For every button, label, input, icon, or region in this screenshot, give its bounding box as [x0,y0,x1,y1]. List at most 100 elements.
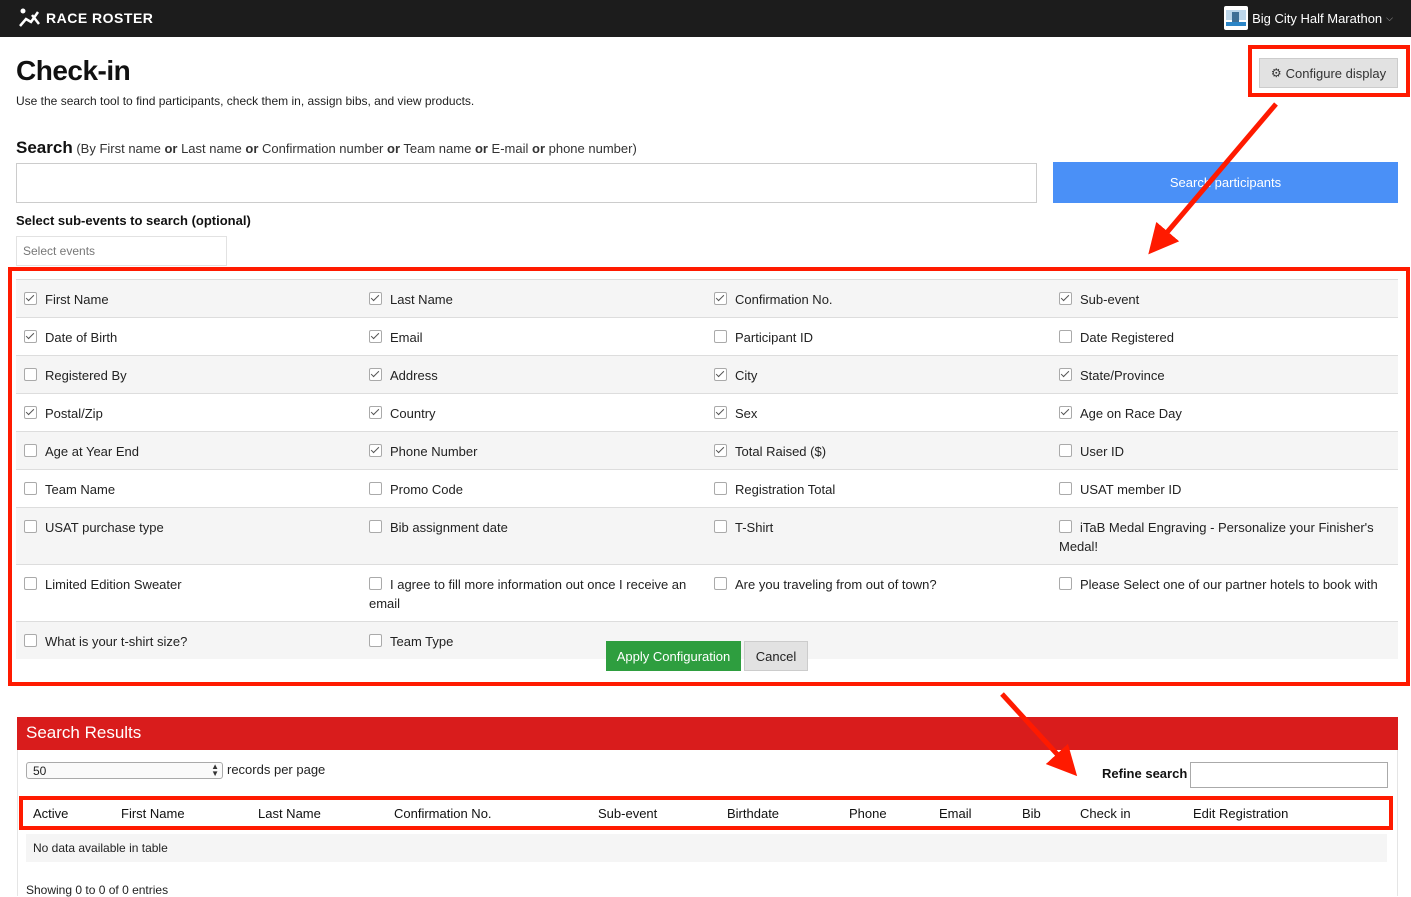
config-option[interactable]: USAT purchase type [16,508,361,564]
config-option[interactable]: State/Province [1051,356,1396,393]
config-option[interactable]: First Name [16,280,361,317]
config-option-label: Participant ID [735,330,814,345]
config-option[interactable]: Address [361,356,706,393]
checkbox[interactable] [24,330,37,343]
checkbox[interactable] [1059,292,1072,305]
checkbox[interactable] [1059,444,1072,457]
race-roster-logo-icon [19,8,40,27]
select-events-input[interactable]: Select events [16,236,227,266]
event-name: Big City Half Marathon [1252,10,1383,26]
table-header-cell[interactable]: Check in [1080,806,1131,821]
checkbox[interactable] [1059,520,1072,533]
checkbox[interactable] [24,577,37,590]
config-option[interactable]: T-Shirt [706,508,1051,564]
checkbox[interactable] [1059,406,1072,419]
config-option[interactable]: Bib assignment date [361,508,706,564]
checkbox[interactable] [714,368,727,381]
config-option[interactable]: Last Name [361,280,706,317]
config-option[interactable]: iTaB Medal Engraving - Personalize your … [1051,508,1396,564]
checkbox[interactable] [369,482,382,495]
checkbox[interactable] [1059,368,1072,381]
race-roster-logo[interactable]: RACE ROSTER [18,6,153,30]
config-option[interactable]: Email [361,318,706,355]
config-option[interactable]: Confirmation No. [706,280,1051,317]
table-header-cell[interactable]: Edit Registration [1193,806,1288,821]
config-option-label: Address [390,368,438,383]
config-option[interactable]: Registered By [16,356,361,393]
config-option [1051,622,1396,659]
checkbox[interactable] [24,482,37,495]
refine-search-input[interactable] [1190,762,1388,788]
table-header-cell[interactable]: Last Name [258,806,321,821]
config-option[interactable]: City [706,356,1051,393]
event-switcher[interactable]: Big City Half Marathon ⌵ [1224,5,1393,31]
checkbox[interactable] [369,406,382,419]
config-option[interactable]: Are you traveling from out of town? [706,565,1051,621]
checkbox[interactable] [369,368,382,381]
search-participants-button[interactable]: Search participants [1053,162,1398,203]
table-header-cell[interactable]: Confirmation No. [394,806,492,821]
config-option[interactable]: Please Select one of our partner hotels … [1051,565,1396,621]
config-option[interactable]: User ID [1051,432,1396,469]
checkbox[interactable] [714,444,727,457]
config-option[interactable]: Limited Edition Sweater [16,565,361,621]
checkbox[interactable] [714,520,727,533]
config-option[interactable]: Sex [706,394,1051,431]
config-row: First Name Last Name Confirmation No. Sub-e… [16,279,1398,317]
config-option[interactable]: What is your t-shirt size? [16,622,361,659]
config-option[interactable]: Age at Year End [16,432,361,469]
config-option[interactable]: Total Raised ($) [706,432,1051,469]
checkbox[interactable] [1059,577,1072,590]
config-option[interactable]: Phone Number [361,432,706,469]
table-header-cell[interactable]: Birthdate [727,806,779,821]
config-option[interactable]: Date of Birth [16,318,361,355]
annotation-box-table-header [19,796,1393,830]
config-option[interactable]: USAT member ID [1051,470,1396,507]
checkbox[interactable] [714,577,727,590]
checkbox[interactable] [24,444,37,457]
stepper-arrows-icon: ▲ ▼ [211,762,219,778]
records-per-page-select[interactable]: 50 ▲ ▼ [26,762,223,779]
checkbox[interactable] [714,482,727,495]
checkbox[interactable] [24,292,37,305]
apply-configuration-button[interactable]: Apply Configuration [606,641,741,671]
config-option[interactable]: Date Registered [1051,318,1396,355]
config-option[interactable]: Age on Race Day [1051,394,1396,431]
checkbox[interactable] [1059,330,1072,343]
checkbox[interactable] [1059,482,1072,495]
config-option[interactable]: Registration Total [706,470,1051,507]
checkbox[interactable] [714,292,727,305]
table-header-cell[interactable]: Phone [849,806,887,821]
checkbox[interactable] [24,406,37,419]
config-option-label: Email [390,330,423,345]
table-header-cell[interactable]: Email [939,806,972,821]
config-row: Age at Year End Phone Number Total Raised … [16,431,1398,469]
checkbox[interactable] [369,444,382,457]
cancel-button[interactable]: Cancel [744,641,808,671]
config-option[interactable]: Country [361,394,706,431]
checkbox[interactable] [714,406,727,419]
checkbox[interactable] [24,368,37,381]
search-input[interactable] [16,163,1037,203]
config-option[interactable]: Promo Code [361,470,706,507]
config-option[interactable]: Sub-event [1051,280,1396,317]
table-header-cell[interactable]: Bib [1022,806,1041,821]
config-option[interactable]: I agree to fill more information out onc… [361,565,706,621]
checkbox[interactable] [369,330,382,343]
checkbox[interactable] [369,292,382,305]
table-header-cell[interactable]: First Name [121,806,185,821]
config-option-label: First Name [45,292,109,307]
checkbox[interactable] [369,520,382,533]
config-option[interactable]: Participant ID [706,318,1051,355]
table-header-cell[interactable]: Sub-event [598,806,657,821]
checkbox[interactable] [714,330,727,343]
config-option[interactable]: Postal/Zip [16,394,361,431]
checkbox[interactable] [24,520,37,533]
config-option[interactable]: Team Name [16,470,361,507]
checkbox[interactable] [24,634,37,647]
config-option-label: Limited Edition Sweater [45,577,182,592]
config-option-label: Age on Race Day [1080,406,1182,421]
table-header-cell[interactable]: Active [33,806,68,821]
checkbox[interactable] [369,577,382,590]
checkbox[interactable] [369,634,382,647]
